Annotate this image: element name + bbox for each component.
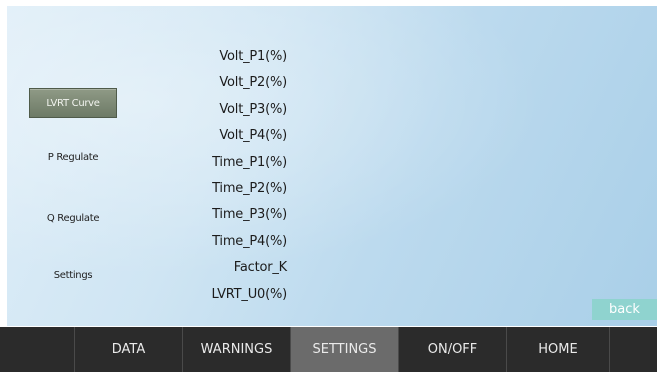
sidebar-item-p-regulate[interactable]: P Regulate [29,142,117,172]
bottom-nav: DATA WARNINGS SETTINGS ON/OFF HOME [0,327,657,372]
tab-settings[interactable]: SETTINGS [291,327,399,372]
tab-on-off[interactable]: ON/OFF [399,327,507,372]
param-label-factor-k: Factor_K [233,260,287,276]
tab-label: HOME [538,342,578,357]
sidebar-item-label: Q Regulate [46,212,100,224]
param-label-volt-p2: Volt_P2(%) [219,75,287,91]
nav-spacer-right [610,327,657,372]
sidebar-item-label: Settings [53,269,93,281]
param-label-time-p3: Time_P3(%) [212,207,287,223]
param-label-lvrt-u0: LVRT_U0(%) [211,286,287,302]
param-label-volt-p3: Volt_P3(%) [219,101,287,117]
param-label-time-p4: Time_P4(%) [212,233,287,249]
sidebar-item-q-regulate[interactable]: Q Regulate [29,203,117,233]
tab-label: SETTINGS [312,342,377,357]
parameter-list: Volt_P1(%) Volt_P2(%) Volt_P3(%) Volt_P4… [172,44,287,308]
tab-label: WARNINGS [200,342,273,357]
sidebar-item-label: P Regulate [47,151,99,163]
param-label-time-p2: Time_P2(%) [212,180,287,196]
settings-panel: LVRT Curve P Regulate Q Regulate Setting… [7,6,657,326]
param-label-volt-p1: Volt_P1(%) [219,49,287,64]
tab-home[interactable]: HOME [507,327,610,372]
nav-spacer-left [0,327,75,372]
param-label-time-p1: Time_P1(%) [212,154,287,170]
tab-data[interactable]: DATA [75,327,183,372]
screen: LVRT Curve P Regulate Q Regulate Setting… [0,0,657,372]
tab-warnings[interactable]: WARNINGS [183,327,291,372]
sidebar-item-lvrt-curve[interactable]: LVRT Curve [29,88,117,118]
sidebar-item-settings[interactable]: Settings [29,260,117,290]
tab-label: ON/OFF [427,342,478,357]
param-label-volt-p4: Volt_P4(%) [219,128,287,144]
back-button[interactable]: back [592,299,657,320]
sidebar-item-label: LVRT Curve [46,97,100,109]
tab-label: DATA [111,342,146,357]
